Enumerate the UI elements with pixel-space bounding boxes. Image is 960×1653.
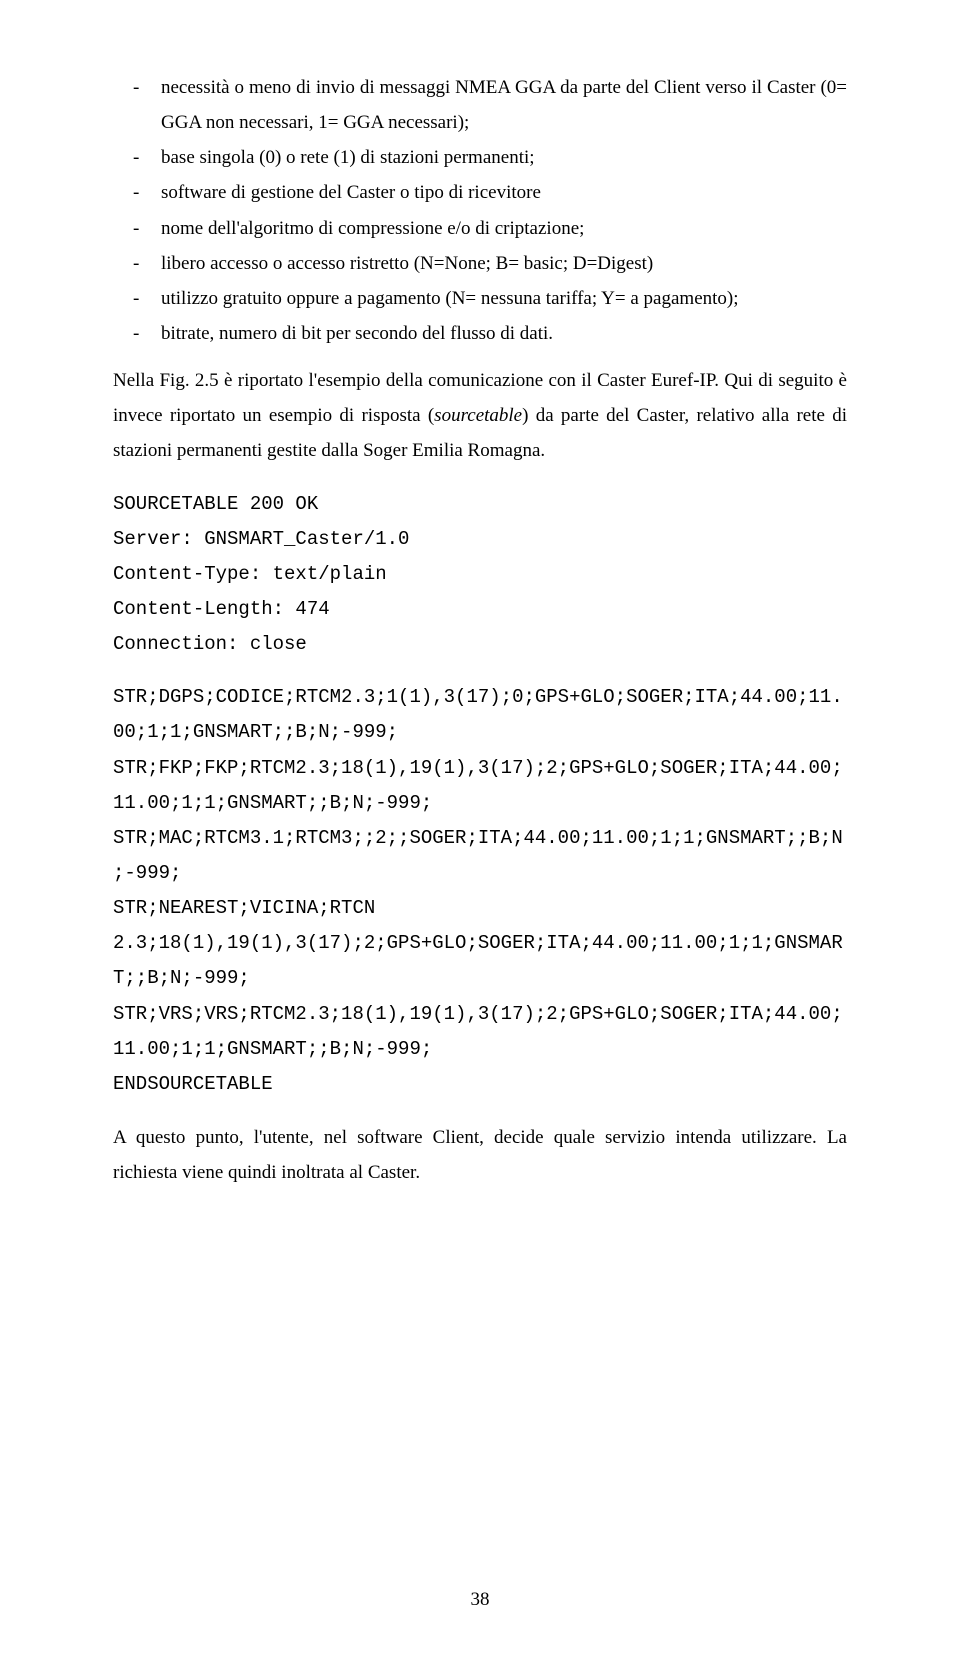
code-block-sourcetable: STR;DGPS;CODICE;RTCM2.3;1(1),3(17);0;GPS… (113, 680, 847, 1102)
code-line: STR;VRS;VRS;RTCM2.3;18(1),19(1),3(17);2;… (113, 997, 847, 1067)
code-line: STR;FKP;FKP;RTCM2.3;18(1),19(1),3(17);2;… (113, 751, 847, 821)
list-item-text: base singola (0) o rete (1) di stazioni … (161, 140, 847, 175)
list-item: - nome dell'algoritmo di compressione e/… (113, 211, 847, 246)
code-line: SOURCETABLE 200 OK (113, 487, 847, 522)
paragraph-intro: Nella Fig. 2.5 è riportato l'esempio del… (113, 363, 847, 468)
code-line: Connection: close (113, 627, 847, 662)
document-page: - necessità o meno di invio di messaggi … (0, 0, 960, 1653)
list-item: - bitrate, numero di bit per secondo del… (113, 316, 847, 351)
list-item: - necessità o meno di invio di messaggi … (113, 70, 847, 140)
list-item: - base singola (0) o rete (1) di stazion… (113, 140, 847, 175)
page-number: 38 (0, 1589, 960, 1611)
code-line: STR;MAC;RTCM3.1;RTCM3;;2;;SOGER;ITA;44.0… (113, 821, 847, 891)
code-block-headers: SOURCETABLE 200 OK Server: GNSMART_Caste… (113, 487, 847, 663)
para-italic: sourcetable (434, 405, 522, 426)
code-line: Server: GNSMART_Caster/1.0 (113, 522, 847, 557)
bullet-dash-icon: - (113, 246, 161, 281)
list-item-text: utilizzo gratuito oppure a pagamento (N=… (161, 281, 847, 316)
list-item: - utilizzo gratuito oppure a pagamento (… (113, 281, 847, 316)
bullet-dash-icon: - (113, 316, 161, 351)
list-item: - libero accesso o accesso ristretto (N=… (113, 246, 847, 281)
list-item-text: nome dell'algoritmo di compressione e/o … (161, 211, 847, 246)
code-line: STR;NEAREST;VICINA;RTCN 2.3;18(1),19(1),… (113, 891, 847, 996)
bullet-dash-icon: - (113, 281, 161, 316)
bullet-dash-icon: - (113, 70, 161, 140)
list-item-text: necessità o meno di invio di messaggi NM… (161, 70, 847, 140)
code-line: Content-Length: 474 (113, 592, 847, 627)
bullet-dash-icon: - (113, 211, 161, 246)
bullet-dash-icon: - (113, 175, 161, 210)
bullet-list: - necessità o meno di invio di messaggi … (113, 70, 847, 351)
list-item-text: libero accesso o accesso ristretto (N=No… (161, 246, 847, 281)
list-item-text: software di gestione del Caster o tipo d… (161, 175, 847, 210)
code-line: ENDSOURCETABLE (113, 1067, 847, 1102)
bullet-dash-icon: - (113, 140, 161, 175)
code-line: Content-Type: text/plain (113, 557, 847, 592)
list-item: - software di gestione del Caster o tipo… (113, 175, 847, 210)
paragraph-closing: A questo punto, l'utente, nel software C… (113, 1120, 847, 1190)
code-line: STR;DGPS;CODICE;RTCM2.3;1(1),3(17);0;GPS… (113, 680, 847, 750)
list-item-text: bitrate, numero di bit per secondo del f… (161, 316, 847, 351)
